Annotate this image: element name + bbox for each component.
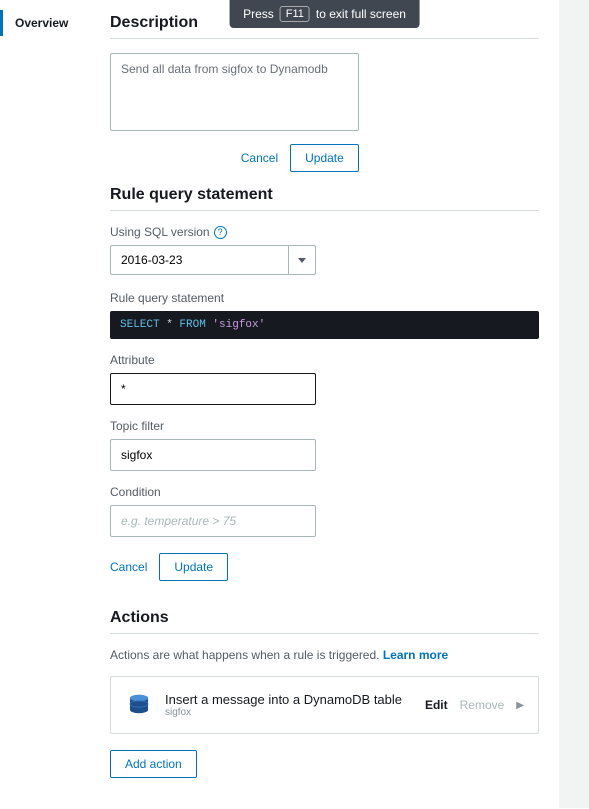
help-icon[interactable]: ? — [214, 226, 227, 239]
rqs-update-button[interactable]: Update — [159, 553, 228, 581]
sql-version-label: Using SQL version ? — [110, 225, 539, 239]
code-from: FROM — [179, 319, 205, 331]
condition-label: Condition — [110, 485, 539, 499]
fullscreen-toast: Press F11 to exit full screen — [229, 0, 420, 28]
topic-filter-input[interactable] — [110, 439, 316, 471]
actions-hint-text: Actions are what happens when a rule is … — [110, 648, 383, 662]
action-controls: Edit Remove ▶ — [425, 698, 524, 712]
code-star: * — [160, 319, 180, 331]
sql-version-select[interactable] — [110, 245, 316, 275]
topic-filter-label: Topic filter — [110, 419, 539, 433]
toast-text-pre: Press — [243, 7, 274, 21]
description-actions: Cancel Update — [110, 144, 359, 172]
toast-key: F11 — [280, 6, 310, 22]
divider — [110, 633, 539, 634]
divider — [110, 38, 539, 39]
divider — [110, 210, 539, 211]
chevron-down-icon[interactable] — [288, 245, 316, 275]
description-cancel-button[interactable]: Cancel — [241, 151, 278, 165]
description-textarea[interactable]: Send all data from sigfox to Dynamodb — [110, 53, 359, 131]
left-nav: Overview — [0, 0, 90, 808]
attribute-label: Attribute — [110, 353, 539, 367]
code-topic: 'sigfox' — [206, 319, 265, 331]
chevron-right-icon[interactable]: ▶ — [516, 700, 524, 711]
rqs-code: SELECT * FROM 'sigfox' — [110, 311, 539, 339]
code-select: SELECT — [120, 319, 160, 331]
learn-more-link[interactable]: Learn more — [383, 648, 448, 662]
toast-text-post: to exit full screen — [316, 7, 406, 21]
attribute-input[interactable] — [110, 373, 316, 405]
actions-heading: Actions — [110, 609, 539, 627]
description-update-button[interactable]: Update — [290, 144, 359, 172]
action-item[interactable]: Insert a message into a DynamoDB table s… — [110, 676, 539, 734]
action-title: Insert a message into a DynamoDB table — [165, 692, 425, 707]
rqs-cancel-button[interactable]: Cancel — [110, 560, 147, 574]
add-action-row: Add action — [110, 750, 539, 778]
sql-version-label-text: Using SQL version — [110, 225, 210, 239]
action-sub: sigfox — [165, 707, 425, 718]
main-content: Press F11 to exit full screen Descriptio… — [90, 0, 559, 808]
condition-input[interactable] — [110, 505, 316, 537]
actions-hint: Actions are what happens when a rule is … — [110, 648, 539, 662]
right-gutter — [559, 0, 589, 808]
nav-item-overview[interactable]: Overview — [0, 10, 89, 36]
add-action-button[interactable]: Add action — [110, 750, 197, 778]
dynamodb-icon — [125, 691, 153, 719]
rqs-actions: Cancel Update — [110, 553, 539, 581]
action-edit-button[interactable]: Edit — [425, 698, 448, 712]
rqs-statement-label: Rule query statement — [110, 291, 539, 305]
sql-version-value[interactable] — [110, 245, 288, 275]
rqs-heading: Rule query statement — [110, 186, 539, 204]
action-body: Insert a message into a DynamoDB table s… — [165, 692, 425, 718]
action-remove-button: Remove — [460, 698, 505, 712]
